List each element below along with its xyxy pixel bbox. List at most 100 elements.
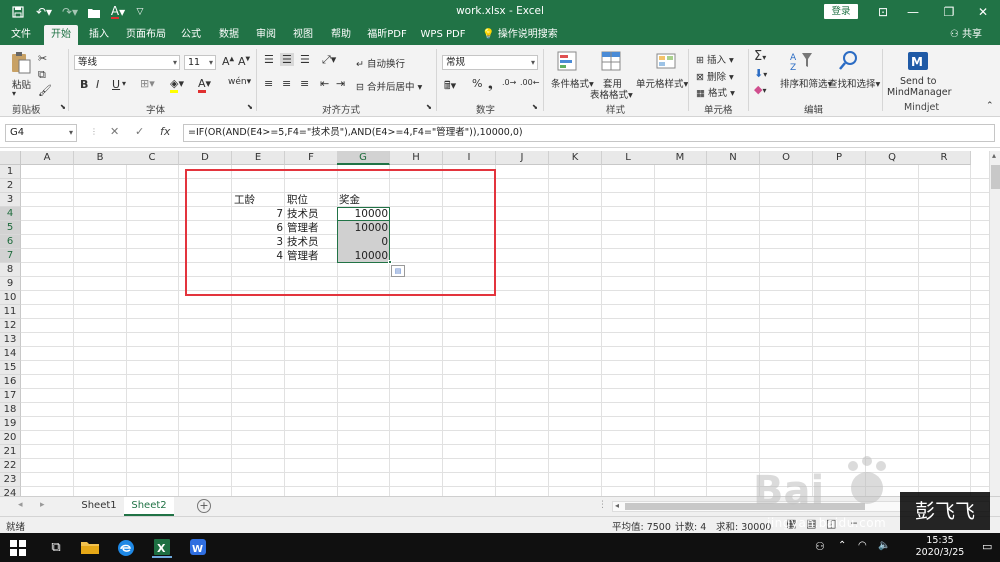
mindmanager-icon[interactable]: M [906,50,930,72]
decrease-font-size-icon[interactable]: A▼ [238,55,250,68]
tab-home[interactable]: 开始 [44,25,78,45]
font-color-icon[interactable]: A▾ [198,77,211,93]
wrap-text-button[interactable]: ↵ 自动换行 [356,56,405,70]
row-header-20[interactable]: 20 [0,431,21,445]
tab-review[interactable]: 审阅 [251,25,281,45]
align-middle-icon[interactable]: ☰ [280,53,294,66]
people-icon[interactable]: ⚇ [815,540,825,553]
enter-entry-button[interactable]: ✓ [135,125,144,138]
font-launcher-icon[interactable]: ⬊ [247,103,253,111]
undo-icon[interactable]: ↶▾ [34,4,54,20]
paste-dropdown-icon[interactable]: ▾ [12,89,16,98]
normal-view-icon[interactable]: ▦ [786,517,796,530]
column-header-r[interactable]: R [918,151,971,165]
row-header-18[interactable]: 18 [0,403,21,417]
delete-cells-button[interactable]: ⊠ 删除 ▾ [696,69,734,83]
align-center-icon[interactable]: ≡ [282,77,291,90]
insert-function-button[interactable]: fx [160,125,170,138]
row-header-19[interactable]: 19 [0,417,21,431]
taskbar-clock[interactable]: 15:35 2020/3/25 [905,535,975,559]
add-sheet-button[interactable]: + [197,499,211,513]
clipboard-launcher-icon[interactable]: ⬊ [60,103,66,111]
tab-insert[interactable]: 插入 [84,25,114,45]
ribbon-display-options-icon[interactable]: ⊡ [872,3,894,21]
scroll-left-icon[interactable]: ◂ [615,501,619,510]
send-to-label-1[interactable]: Send to [900,76,936,87]
column-header-p[interactable]: P [813,151,866,165]
zoom-out-icon[interactable]: − [850,518,858,529]
column-header-m[interactable]: M [654,151,707,165]
format-cells-button[interactable]: ▦ 格式 ▾ [696,85,735,99]
paste-icon[interactable] [10,51,34,74]
phonetic-guide-icon[interactable]: wén▾ [228,77,251,87]
send-to-label-2[interactable]: MindManager [887,87,952,98]
minimize-icon[interactable]: — [902,3,924,21]
increase-indent-icon[interactable]: ⇥ [336,77,345,90]
name-box[interactable]: G4 ▾ [5,124,77,142]
italic-button[interactable]: I [96,78,99,91]
page-break-view-icon[interactable]: ◫ [826,517,836,530]
column-header-e[interactable]: E [232,151,285,165]
column-header-i[interactable]: I [443,151,496,165]
row-header-21[interactable]: 21 [0,445,21,459]
vertical-scrollbar[interactable]: ▴ [989,151,1000,496]
cut-icon[interactable]: ✂ [38,52,47,65]
row-header-13[interactable]: 13 [0,333,21,347]
tab-split-handle-icon[interactable]: ⋮ [598,500,607,510]
tab-foxit-pdf[interactable]: 福昕PDF [364,25,410,45]
tell-me-search[interactable]: 💡 操作说明搜索 [480,25,560,45]
bold-button[interactable]: B [80,78,88,91]
column-header-a[interactable]: A [21,151,74,165]
column-header-q[interactable]: Q [866,151,919,165]
insert-cells-button[interactable]: ⊞ 插入 ▾ [696,52,734,66]
column-header-f[interactable]: F [285,151,338,165]
accounting-format-icon[interactable]: 🖩▾ [444,77,456,96]
number-launcher-icon[interactable]: ⬊ [532,103,538,111]
align-bottom-icon[interactable]: ☰ [300,53,310,66]
row-header-11[interactable]: 11 [0,305,21,319]
row-header-1[interactable]: 1 [0,165,21,179]
network-icon[interactable]: ◠ [858,540,867,551]
scroll-sheets-left-icon[interactable]: ◂ [18,500,23,510]
percent-style-icon[interactable]: % [472,77,482,90]
row-header-4[interactable]: 4 [0,207,21,221]
page-layout-view-icon[interactable]: ▤ [806,517,816,530]
row-header-7[interactable]: 7 [0,249,21,263]
sort-filter-icon[interactable]: AZ [790,50,814,73]
column-header-n[interactable]: N [707,151,760,165]
tab-file[interactable]: 文件 [6,25,36,45]
show-hidden-icons-icon[interactable]: ⌃ [838,540,846,551]
tab-wps-pdf[interactable]: WPS PDF [418,25,468,45]
find-select-icon[interactable] [838,50,862,72]
file-explorer-icon[interactable] [80,538,100,558]
sort-filter-button[interactable]: 排序和筛选▾ [780,76,832,90]
tab-page-layout[interactable]: 页面布局 [122,25,170,45]
align-left-icon[interactable]: ≡ [264,77,273,90]
fill-icon[interactable]: ⬇▾ [754,67,767,80]
tab-data[interactable]: 数据 [214,25,244,45]
row-header-23[interactable]: 23 [0,473,21,487]
horizontal-scrollbar[interactable]: ◂ [612,501,990,512]
row-header-16[interactable]: 16 [0,375,21,389]
fill-color-icon[interactable]: ◈▾ [170,77,184,93]
merge-center-button[interactable]: ⊟ 合并后居中 ▾ [356,79,422,93]
align-top-icon[interactable]: ☰ [264,53,274,66]
share-button[interactable]: ⚇ 共享 [950,25,982,45]
cell-styles-icon[interactable] [655,50,679,72]
clear-icon[interactable]: ◆▾ [754,83,766,96]
sheet-tab-sheet1[interactable]: Sheet1 [76,497,122,516]
row-header-5[interactable]: 5 [0,221,21,235]
tab-formulas[interactable]: 公式 [176,25,206,45]
column-header-c[interactable]: C [126,151,179,165]
underline-dropdown-icon[interactable]: ▾ [122,79,126,88]
select-all-corner[interactable] [0,151,21,165]
scroll-sheets-right-icon[interactable]: ▸ [40,500,45,510]
font-color-quick-icon[interactable]: A ▾ [108,4,128,20]
conditional-formatting-icon[interactable] [556,50,580,72]
comma-style-icon[interactable]: ❟ [488,77,493,92]
sheet-tab-sheet2[interactable]: Sheet2 [124,497,174,516]
increase-font-size-icon[interactable]: A▲ [222,55,234,68]
scroll-up-icon[interactable]: ▴ [992,151,996,160]
login-button[interactable]: 登录 [824,4,858,19]
row-header-24[interactable]: 24 [0,487,21,496]
